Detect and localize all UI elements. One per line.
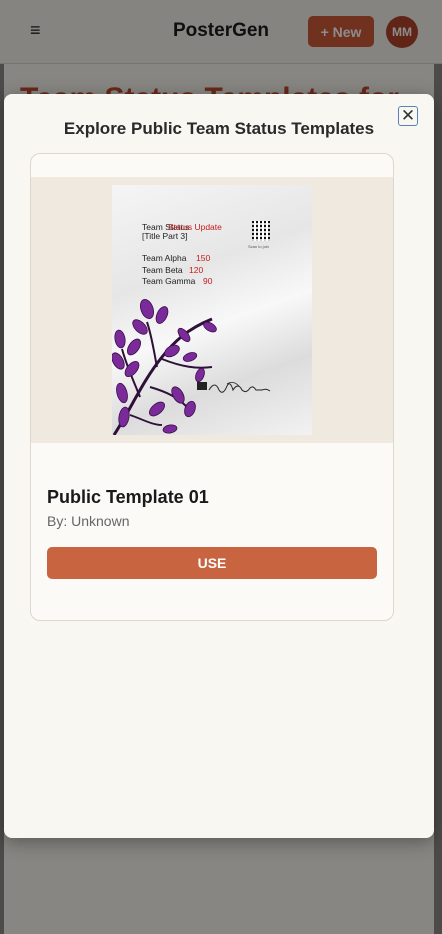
template-card: Team Status Status Update [Title Part 3]…: [30, 153, 394, 621]
poster-title-part3: [Title Part 3]: [142, 231, 188, 241]
qr-caption: Scan to join: [248, 244, 269, 249]
template-name: Public Template 01: [47, 487, 209, 507]
poster-row-value: 150: [196, 253, 211, 263]
template-modal: Explore Public Team Status Templates ✕ T…: [4, 94, 434, 838]
template-author: By: Unknown: [47, 513, 130, 529]
poster-row-value: 90: [203, 276, 213, 286]
modal-title: Explore Public Team Status Templates: [63, 119, 375, 138]
poster-row-team: Team Gamma: [142, 276, 196, 286]
poster-row-value: 120: [189, 265, 204, 275]
plant-illustration: [112, 298, 217, 435]
poster-row-team: Team Beta: [142, 265, 183, 275]
template-preview[interactable]: Team Status Status Update [Title Part 3]…: [31, 177, 393, 443]
poster-row-team: Team Alpha: [142, 253, 187, 263]
poster-thumbnail: Team Status Status Update [Title Part 3]…: [112, 185, 312, 435]
close-icon[interactable]: ✕: [398, 106, 418, 126]
use-template-button[interactable]: USE: [47, 547, 377, 579]
qr-code-pattern: [252, 221, 270, 241]
